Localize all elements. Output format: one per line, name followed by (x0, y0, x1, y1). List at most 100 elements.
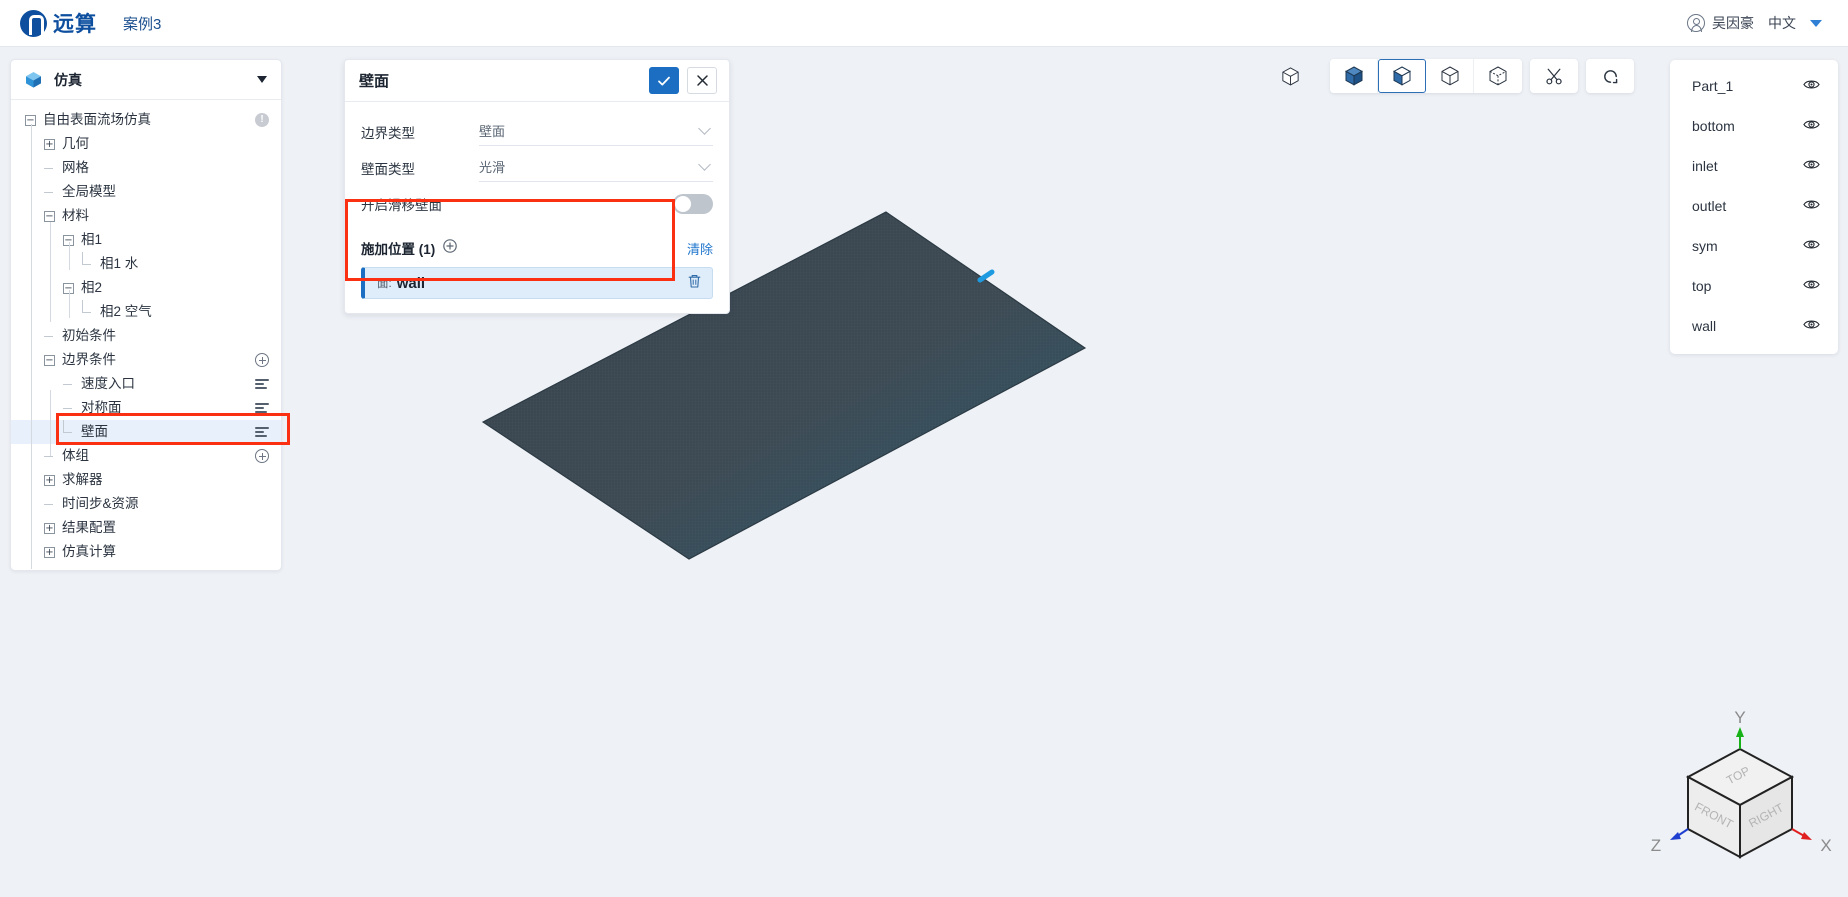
refresh-icon (1603, 69, 1617, 83)
tree-item[interactable]: + 结果配置 (11, 516, 281, 540)
list-icon[interactable] (255, 378, 269, 390)
part-row[interactable]: sym (1670, 226, 1838, 266)
attach-location-item[interactable]: 面: wall (361, 267, 713, 299)
property-value: 光滑 (479, 160, 506, 175)
expand-icon[interactable]: + (44, 138, 55, 150)
expand-icon[interactable]: + (44, 522, 55, 534)
tree-item[interactable]: 体组 (11, 444, 281, 468)
tree-item[interactable]: 壁面 (11, 419, 281, 444)
tree-item[interactable]: − 相1 (11, 228, 281, 252)
axis-x-arrow (1801, 832, 1812, 840)
brand-name: 远算 (53, 13, 97, 36)
tree-connector (44, 163, 55, 174)
language-selector[interactable]: 中文 (1768, 13, 1796, 33)
tree-item-action (255, 378, 269, 390)
part-row[interactable]: Part_1 (1670, 66, 1838, 106)
part-row[interactable]: outlet (1670, 186, 1838, 226)
tree-item[interactable]: 相2 空气 (11, 299, 281, 324)
expand-icon[interactable]: + (44, 474, 55, 486)
add-icon[interactable] (255, 449, 269, 463)
tree-item-label: 相1 (81, 232, 103, 247)
list-icon[interactable] (255, 402, 269, 414)
eye-icon[interactable] (1803, 78, 1820, 94)
part-row[interactable]: top (1670, 266, 1838, 306)
tree-item[interactable]: − 材料 (11, 204, 281, 228)
tree-item[interactable]: + 仿真计算 (11, 540, 281, 564)
eye-icon[interactable] (1803, 238, 1820, 254)
confirm-button[interactable] (649, 67, 679, 94)
part-row[interactable]: wall (1670, 306, 1838, 346)
toolbar-cube-points[interactable] (1474, 59, 1522, 93)
tree-item[interactable]: 速度入口 (11, 372, 281, 396)
attach-item-name: wall (396, 274, 426, 292)
cube-wire-icon (1441, 66, 1458, 86)
properties-actions (649, 67, 717, 94)
tree-item[interactable]: 全局模型 (11, 180, 281, 204)
part-label: wall (1692, 318, 1717, 334)
brand-logo[interactable]: 远算 (20, 8, 97, 38)
toolbar-clip-tool[interactable] (1530, 59, 1578, 93)
trash-icon[interactable] (687, 273, 702, 294)
cancel-button[interactable] (687, 67, 717, 94)
tree-item[interactable]: − 边界条件 (11, 348, 281, 372)
check-icon (658, 76, 670, 85)
eye-icon[interactable] (1803, 198, 1820, 214)
property-select[interactable]: 光滑 (479, 154, 713, 182)
tree-connector (82, 299, 93, 318)
property-select[interactable]: 壁面 (479, 118, 713, 146)
toolbar-cube-solid[interactable] (1330, 59, 1378, 93)
tree-item[interactable]: 相1 水 (11, 251, 281, 276)
chevron-down-icon[interactable] (1810, 19, 1822, 27)
tree-item[interactable]: − 相2 (11, 276, 281, 300)
property-value: 壁面 (479, 124, 506, 139)
collapse-icon[interactable]: − (44, 354, 55, 366)
property-label: 边界类型 (361, 126, 415, 141)
eye-icon[interactable] (1803, 158, 1820, 174)
cube-points-icon (1489, 66, 1507, 86)
eye-icon[interactable] (1803, 278, 1820, 294)
part-row[interactable]: inlet (1670, 146, 1838, 186)
attach-location-section: 施加位置 (1) 清除 面: wall (345, 232, 729, 313)
eye-icon[interactable] (1803, 118, 1820, 134)
axis-y-label: Y (1734, 711, 1745, 727)
slip-wall-toggle[interactable] (673, 194, 713, 214)
orientation-gizmo[interactable]: TOP FRONT RIGHT Y X Z (1640, 708, 1840, 881)
cube-wire-icon (1281, 66, 1299, 85)
view-toolbar (1272, 59, 1642, 93)
tree-item-label: 几何 (62, 136, 89, 151)
tree-item[interactable]: − 自由表面流场仿真! (11, 108, 281, 132)
tree-guide-line (50, 390, 51, 456)
list-icon[interactable] (255, 426, 269, 438)
toolbar-cube-wire[interactable] (1426, 59, 1474, 93)
part-label: Part_1 (1692, 78, 1734, 94)
close-icon (696, 75, 708, 86)
properties-header: 壁面 (345, 60, 729, 102)
toolbar-reset-view[interactable] (1586, 59, 1634, 93)
tree-item[interactable]: 初始条件 (11, 324, 281, 348)
tree-item[interactable]: 对称面 (11, 396, 281, 420)
chevron-down-icon[interactable] (257, 76, 267, 83)
chevron-down-icon (698, 122, 711, 135)
tree-item[interactable]: 网格 (11, 156, 281, 180)
property-label: 壁面类型 (361, 162, 415, 177)
plus-circle-icon[interactable] (443, 238, 458, 258)
info-icon[interactable]: ! (255, 113, 269, 127)
tree-item[interactable]: + 几何 (11, 132, 281, 156)
tree-item[interactable]: 时间步&资源 (11, 492, 281, 516)
toolbar-cube-outline-loose[interactable] (1272, 59, 1308, 93)
attach-item-prefix: 面: (377, 278, 392, 290)
toolbar-cube-half-solid[interactable] (1378, 59, 1426, 93)
part-row[interactable]: bottom (1670, 106, 1838, 146)
tree-connector (44, 331, 55, 342)
clear-button[interactable]: 清除 (687, 239, 713, 258)
add-icon[interactable] (255, 353, 269, 367)
tree-panel-header[interactable]: 仿真 (11, 60, 281, 100)
tree-item[interactable]: + 求解器 (11, 468, 281, 492)
collapse-icon[interactable]: − (44, 210, 55, 222)
tree-connector (63, 419, 74, 438)
tree-connector (82, 251, 93, 270)
cube-solid-icon (1344, 66, 1363, 86)
user-menu[interactable]: 吴因豪 (1687, 13, 1754, 33)
eye-icon[interactable] (1803, 318, 1820, 334)
expand-icon[interactable]: + (44, 546, 55, 558)
